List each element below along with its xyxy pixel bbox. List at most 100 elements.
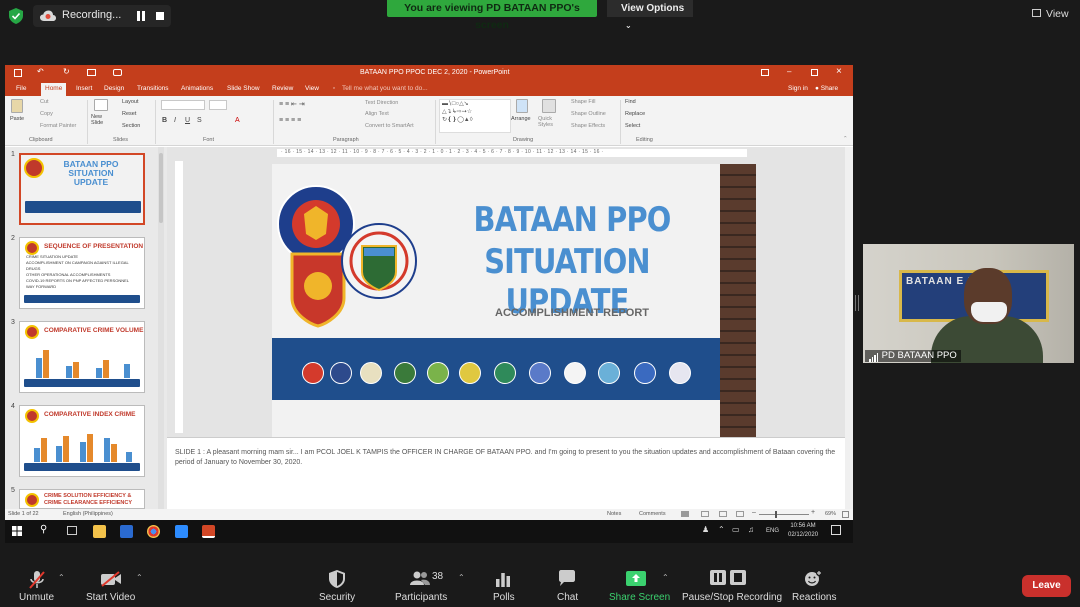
shape-fill-button[interactable]: Shape Fill	[571, 99, 595, 105]
share-options-caret[interactable]: ⌃	[662, 573, 669, 582]
tab-file[interactable]: File	[16, 85, 26, 92]
file-explorer-icon[interactable]	[93, 525, 106, 538]
network-icon[interactable]: ▭	[732, 525, 740, 534]
shadow-button[interactable]: S	[197, 117, 202, 124]
minimize-icon[interactable]: –	[787, 67, 791, 76]
tell-me-search[interactable]: Tell me what you want to do...	[342, 85, 428, 92]
tab-review[interactable]: Review	[272, 85, 293, 92]
tray-chevron-icon[interactable]: ⌃	[718, 525, 725, 534]
replace-button[interactable]: Replace	[625, 111, 645, 117]
align-buttons[interactable]: ≡ ≡ ≡ ≡	[279, 117, 301, 124]
layout-button[interactable]: Layout	[122, 99, 139, 105]
normal-view-icon[interactable]	[681, 511, 689, 517]
volume-icon[interactable]: ♫	[748, 525, 754, 534]
format-painter-button[interactable]: Format Painter	[40, 123, 76, 129]
view-options-button[interactable]: View Options ⌄	[607, 0, 693, 30]
participants-options-caret[interactable]: ⌃	[458, 573, 465, 582]
text-direction-button[interactable]: Text Direction	[365, 100, 398, 106]
sign-in-link[interactable]: Sign in	[788, 85, 808, 92]
thumbnail-scrollbar[interactable]	[158, 147, 164, 509]
leave-meeting-button[interactable]: Leave	[1022, 575, 1071, 597]
powerpoint-app-icon[interactable]	[202, 525, 215, 538]
bullets-button[interactable]: ≡ ≡ ⇤ ⇥	[279, 100, 305, 108]
ribbon-display-icon[interactable]	[761, 69, 769, 76]
zoom-in-icon[interactable]: +	[811, 509, 815, 516]
start-slideshow-icon[interactable]	[87, 69, 96, 76]
view-layout-button[interactable]: View	[1032, 8, 1069, 20]
notes-toggle[interactable]: Notes	[607, 511, 621, 517]
current-slide[interactable]: BATAAN PPO SITUATION UPDATE ACCOMPLISHME…	[272, 164, 756, 437]
tab-view[interactable]: View	[305, 85, 319, 92]
shape-effects-button[interactable]: Shape Effects	[571, 123, 605, 129]
font-color-button[interactable]: A	[235, 117, 240, 124]
undo-icon[interactable]: ↶	[37, 67, 44, 76]
chrome-icon[interactable]	[147, 525, 160, 538]
audio-options-caret[interactable]: ⌃	[58, 573, 65, 582]
slide-sorter-icon[interactable]	[701, 511, 709, 517]
copy-button[interactable]: Copy	[40, 111, 53, 117]
zoom-level[interactable]: 69%	[825, 511, 836, 517]
redo-icon[interactable]: ↻	[63, 67, 70, 76]
language-indicator[interactable]: English (Philippines)	[63, 511, 113, 517]
comments-toggle[interactable]: Comments	[639, 511, 666, 517]
slide-thumbnail-2[interactable]: SEQUENCE OF PRESENTATION CRIME SITUATION…	[19, 237, 145, 309]
paste-label[interactable]: Paste	[10, 116, 24, 122]
new-slide-icon[interactable]	[94, 99, 108, 111]
arrange-icon[interactable]	[516, 99, 528, 113]
reading-view-icon[interactable]	[719, 511, 727, 517]
select-button[interactable]: Select	[625, 123, 640, 129]
slide-vertical-scrollbar[interactable]	[845, 147, 853, 437]
section-button[interactable]: Section	[122, 123, 140, 129]
bold-button[interactable]: B	[162, 117, 167, 124]
font-name-dropdown[interactable]	[161, 100, 205, 110]
paste-icon[interactable]	[11, 99, 23, 113]
arrange-label[interactable]: Arrange	[511, 116, 531, 122]
task-view-icon[interactable]	[67, 526, 77, 535]
quick-styles-icon[interactable]	[542, 99, 556, 113]
slide-thumbnail-4[interactable]: COMPARATIVE INDEX CRIME	[19, 405, 145, 477]
store-app-icon[interactable]	[120, 525, 133, 538]
present-icon[interactable]	[113, 69, 122, 76]
tab-animations[interactable]: Animations	[181, 85, 213, 92]
find-button[interactable]: Find	[625, 99, 636, 105]
split-view-handle[interactable]	[855, 295, 859, 311]
tab-design[interactable]: Design	[104, 85, 124, 92]
align-text-button[interactable]: Align Text	[365, 111, 389, 117]
share-button[interactable]: ● Share	[815, 85, 838, 92]
slide-thumbnail-1[interactable]: BATAAN PPO SITUATION UPDATE	[19, 153, 145, 225]
windows-start-icon[interactable]	[12, 526, 22, 536]
stop-recording-icon[interactable]	[156, 12, 164, 20]
speaker-notes[interactable]: SLIDE 1 : A pleasant morning mam sir... …	[167, 437, 853, 509]
tab-transitions[interactable]: Transitions	[137, 85, 169, 92]
quick-styles-label[interactable]: Quick Styles	[538, 116, 556, 128]
tab-insert[interactable]: Insert	[76, 85, 92, 92]
zoom-slider-handle[interactable]	[775, 511, 777, 518]
convert-smartart-button[interactable]: Convert to SmartArt	[365, 123, 414, 129]
participant-video-tile[interactable]: BATAAN E PROVI PD BATAAN PPO	[863, 244, 1074, 363]
input-language[interactable]: ENG	[766, 528, 779, 534]
notes-scrollbar[interactable]	[845, 437, 853, 509]
shape-outline-button[interactable]: Shape Outline	[571, 111, 606, 117]
search-icon[interactable]: ⚲	[40, 524, 47, 535]
fit-to-window-icon[interactable]	[842, 511, 849, 518]
notifications-icon[interactable]	[831, 525, 841, 535]
pause-recording-icon[interactable]	[136, 11, 146, 21]
restore-icon[interactable]	[811, 69, 818, 76]
cut-button[interactable]: Cut	[40, 99, 49, 105]
font-size-dropdown[interactable]	[209, 100, 227, 110]
zoom-out-icon[interactable]: –	[752, 509, 756, 516]
people-icon[interactable]: ♟	[702, 525, 709, 534]
scrollbar-thumb[interactable]	[159, 153, 163, 223]
shapes-gallery[interactable]: ▬∖□○△↘ △↴↳⇨➙☆ ↻❴❵◯▲◊	[439, 99, 511, 133]
slideshow-view-icon[interactable]	[736, 511, 744, 517]
zoom-slider[interactable]	[759, 514, 809, 515]
tab-slide-show[interactable]: Slide Show	[227, 85, 260, 92]
new-slide-label[interactable]: New Slide	[91, 114, 111, 126]
underline-button[interactable]: U	[185, 117, 190, 124]
zoom-app-icon[interactable]	[175, 525, 188, 538]
italic-button[interactable]: I	[174, 117, 176, 124]
collapse-ribbon-icon[interactable]: ⌃	[843, 136, 848, 142]
save-icon[interactable]	[14, 69, 22, 77]
taskbar-clock[interactable]: 10:56 AM 02/12/2020	[788, 522, 818, 540]
close-icon[interactable]: ×	[836, 66, 842, 77]
